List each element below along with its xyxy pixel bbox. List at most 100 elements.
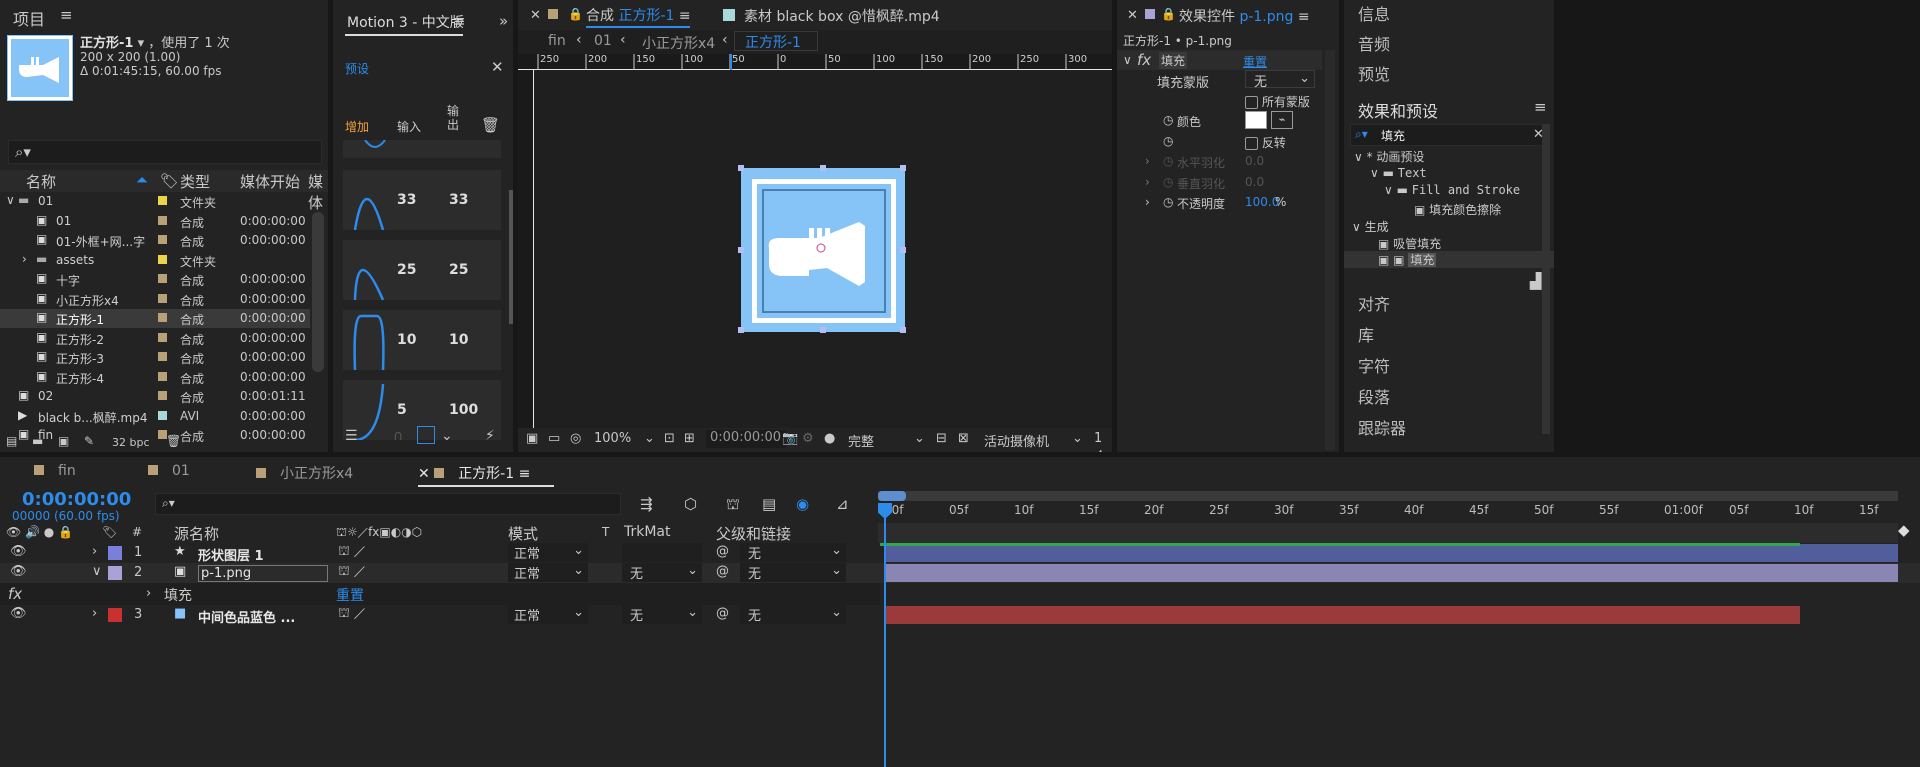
layer-bar[interactable]: [884, 606, 1800, 624]
chevron-down-icon[interactable]: ⌄: [644, 431, 655, 446]
menu-icon[interactable]: ≡: [453, 12, 466, 30]
chevron-right-icon[interactable]: ›: [1145, 154, 1150, 168]
invert-checkbox[interactable]: 反转: [1245, 134, 1286, 151]
graph-editor-icon[interactable]: ⊿: [836, 495, 849, 513]
stopwatch-icon[interactable]: ◷: [1163, 154, 1173, 168]
fx-search-input[interactable]: ⌕▾ 填充 ✕: [1350, 124, 1548, 146]
list-item[interactable]: ▣ 02 合成 0:00:01:11: [0, 387, 310, 406]
new-comp-icon[interactable]: ▣: [58, 434, 69, 448]
project-title[interactable]: 项目: [13, 6, 45, 30]
mask-select[interactable]: 无 ⌄: [1245, 70, 1315, 90]
col-trkmat[interactable]: TrkMat: [624, 524, 671, 540]
col-parent[interactable]: 父级和链接: [716, 523, 791, 544]
grid-icon[interactable]: [417, 426, 435, 444]
layer-color[interactable]: [108, 566, 122, 580]
tree-eyedropper-fill[interactable]: ▣ 吸管填充: [1378, 235, 1441, 252]
grid-toggle-icon[interactable]: ⊠: [958, 431, 969, 446]
list-item[interactable]: ▣ 01 合成 0:00:00:00: [0, 212, 310, 231]
close-icon[interactable]: ✕: [491, 58, 504, 76]
panel-align[interactable]: 对齐: [1344, 288, 1554, 319]
layer-name[interactable]: 形状图层 1: [198, 545, 264, 564]
motion-blur-icon[interactable]: ◉: [796, 495, 809, 513]
expand-icon[interactable]: »: [499, 12, 508, 30]
list-item[interactable]: ▣ 正方形-1 合成 0:00:00:00: [0, 309, 310, 328]
trash-icon[interactable]: 🗑: [166, 434, 181, 448]
region-icon[interactable]: ⊡: [664, 431, 675, 446]
tab-add[interactable]: 增加: [345, 118, 369, 135]
layer-color[interactable]: [108, 546, 122, 560]
draft3d-icon[interactable]: ⬡: [684, 495, 697, 513]
col-num[interactable]: #: [132, 525, 142, 539]
chevron-left-icon[interactable]: ‹: [722, 32, 728, 48]
layer-bar[interactable]: [884, 544, 1898, 562]
time-ruler[interactable]: 00f 05f 10f 15f 20f 25f 30f 35f 40f 45f 50f 55f 01:0…: [878, 503, 1898, 523]
layer-color[interactable]: [108, 608, 122, 622]
layer-search-input[interactable]: ⌕▾: [155, 493, 621, 515]
hfeather-value[interactable]: 0.0: [1245, 154, 1264, 168]
scrollbar[interactable]: [509, 190, 513, 324]
close-icon[interactable]: ✕: [418, 466, 430, 482]
list-item[interactable]: ▣ 十字 合成 0:00:00:00: [0, 270, 310, 289]
stopwatch-icon[interactable]: ◷: [1163, 175, 1173, 189]
sort-icon[interactable]: ⏶: [136, 171, 148, 189]
stopwatch-icon[interactable]: ◷: [1163, 195, 1173, 209]
list-item[interactable]: ∨ ▬ 01 文件夹: [0, 192, 310, 211]
motion-title[interactable]: Motion 3 - 中文版: [347, 12, 464, 32]
layer-name[interactable]: 中间色品蓝色 ...: [198, 607, 295, 626]
eyedropper-icon[interactable]: ⌁: [1271, 111, 1293, 129]
col-start[interactable]: 媒体开始: [240, 171, 300, 192]
tab-footage[interactable]: 素材 black box @惜枫醉.mp4: [744, 6, 940, 26]
chevron-right-icon[interactable]: ›: [92, 606, 97, 621]
region-toggle-icon[interactable]: ⊟: [936, 431, 947, 446]
work-area-bar[interactable]: [878, 491, 1898, 501]
list-icon[interactable]: ☰: [345, 428, 358, 444]
current-time[interactable]: 0:00:00:00: [22, 489, 131, 510]
menu-icon[interactable]: ≡: [519, 466, 531, 482]
menu-icon[interactable]: ≡: [1534, 98, 1547, 116]
effect-row[interactable]: ∨ fx 填充 重置: [1117, 50, 1322, 70]
switch-icons[interactable]: ⛫ ⟋: [338, 606, 365, 623]
col-mode[interactable]: 模式: [508, 523, 538, 544]
tab-comp[interactable]: 合成 正方形-1 ≡: [586, 5, 691, 25]
list-item[interactable]: › ▬ assets 文件夹: [0, 251, 310, 270]
stopwatch-icon[interactable]: ◷: [1163, 134, 1173, 148]
color-icon[interactable]: ●: [824, 431, 835, 446]
preset-label[interactable]: 预设: [345, 60, 369, 77]
mode-select[interactable]: 正常 ⌄: [508, 563, 588, 582]
chevron-right-icon[interactable]: ›: [1145, 195, 1150, 209]
curve-card[interactable]: 25 25: [343, 240, 501, 300]
scrollbar[interactable]: [1325, 50, 1335, 450]
panel-info[interactable]: 信息: [1344, 0, 1554, 30]
mode-select[interactable]: 正常 ⌄: [508, 605, 588, 624]
panel-paragraph[interactable]: 段落: [1344, 381, 1554, 412]
menu-icon[interactable]: ≡: [60, 6, 73, 24]
tree-fill-stroke[interactable]: ∨ ▬ Fill and Stroke: [1384, 183, 1520, 197]
list-item[interactable]: ▣ 01-外框+网...字 合成 0:00:00:00: [0, 231, 310, 250]
list-item[interactable]: ▣ 正方形-3 合成 0:00:00:00: [0, 348, 310, 367]
parent-select[interactable]: 无 ⌄: [740, 605, 846, 624]
list-item[interactable]: ▣ 小正方形x4 合成 0:00:00:00: [0, 290, 310, 309]
scrollbar[interactable]: [312, 212, 324, 372]
layer-row[interactable]: 👁 › 1 ★ 形状图层 1 ⛫ ⟋ 正常 ⌄ @ 无 ⌄: [0, 543, 1920, 564]
tree-generate[interactable]: ∨ 生成: [1352, 218, 1389, 235]
chevron-right-icon[interactable]: ∨: [92, 564, 102, 579]
chevron-down-icon[interactable]: ⌄: [441, 428, 453, 444]
col-name[interactable]: 名称: [26, 171, 56, 192]
reset-link[interactable]: 重置: [1243, 53, 1267, 70]
chevron-down-icon[interactable]: ⌄: [1072, 431, 1083, 446]
new-folder-icon[interactable]: ▬: [32, 434, 43, 448]
time-display[interactable]: 0:00:00:00: [706, 430, 786, 448]
parent-select[interactable]: 无 ⌄: [740, 543, 846, 562]
fx-reset[interactable]: 重置: [336, 585, 364, 605]
mode-select[interactable]: 正常 ⌄: [508, 543, 588, 562]
interpret-icon[interactable]: ▤: [6, 434, 17, 448]
curve-card-partial[interactable]: [343, 139, 501, 158]
bpc[interactable]: 32 bpc: [112, 436, 150, 449]
timeline-tab[interactable]: 01: [148, 463, 190, 487]
breadcrumb-fin[interactable]: fin: [548, 33, 566, 49]
chevron-down-icon[interactable]: ∨: [1123, 53, 1132, 67]
timeline-tab[interactable]: ✕ 正方形-1 ≡: [418, 463, 530, 487]
scrollbar[interactable]: [1542, 124, 1550, 434]
close-icon[interactable]: ✕: [1127, 8, 1138, 23]
layer-artwork[interactable]: [738, 165, 906, 333]
